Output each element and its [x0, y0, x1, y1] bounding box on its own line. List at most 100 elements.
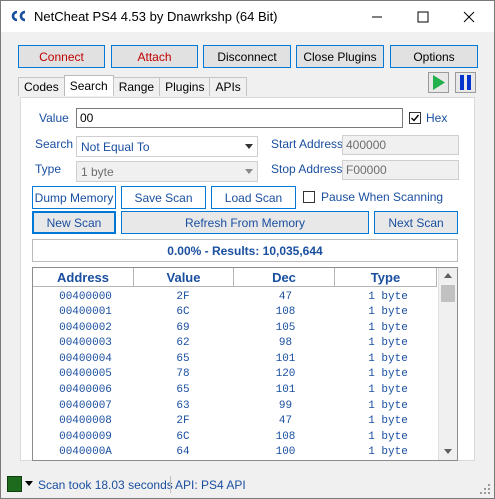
minimize-icon [372, 16, 382, 17]
dec-cell: 47 [278, 415, 293, 427]
results-table[interactable]: Address Value Dec Type 00400000 2F 47 1 byt… [32, 267, 458, 461]
address-cell: 00400002 [59, 322, 112, 334]
close-icon [463, 11, 475, 22]
title-bar: NetCheat PS4 4.53 by Dnawrkshp (64 Bit) [1, 1, 494, 32]
dec-cell: 101 [275, 353, 296, 365]
type-select[interactable]: 1 byte [76, 161, 258, 182]
table-row[interactable]: 00400001 6C 108 1 byte [33, 306, 437, 321]
scrollbar-thumb[interactable] [441, 285, 455, 302]
tab-apis[interactable]: APIs [209, 77, 247, 96]
scan-progress-text: 0.00% - Results: 10,035,644 [32, 239, 458, 262]
new-scan-button[interactable]: New Scan [32, 211, 116, 234]
table-row[interactable]: 00400002 69 105 1 byte [33, 322, 437, 337]
maximize-button[interactable] [400, 1, 446, 32]
window-title: NetCheat PS4 4.53 by Dnawrkshp (64 Bit) [34, 9, 278, 24]
resize-grip-icon[interactable] [480, 484, 491, 495]
table-row[interactable]: 00400003 62 98 1 byte [33, 337, 437, 352]
table-row[interactable]: 00400008 2F 47 1 byte [33, 415, 437, 430]
results-scrollbar[interactable] [438, 268, 457, 460]
type-cell: 1 byte [368, 322, 408, 334]
tab-strip: Codes Search Range Plugins APIs [18, 75, 247, 96]
pause-button[interactable] [455, 72, 476, 93]
address-cell: 00400008 [59, 415, 112, 427]
type-cell: 1 byte [368, 337, 408, 349]
minimize-button[interactable] [354, 1, 400, 32]
value-cell: 2F [176, 415, 190, 427]
value-cell: 62 [176, 337, 190, 349]
play-button[interactable] [428, 72, 449, 93]
tab-search[interactable]: Search [63, 75, 114, 96]
search-mode-select[interactable]: Not Equal To [76, 136, 258, 157]
tab-plugins[interactable]: Plugins [159, 77, 211, 96]
dec-cell: 47 [278, 291, 293, 303]
play-icon [433, 75, 445, 90]
type-cell: 1 byte [368, 291, 408, 303]
status-bar: Scan took 18.03 seconds API: PS4 API [1, 471, 494, 498]
stop-address-label: Stop Address [271, 162, 343, 176]
value-input[interactable]: 00 [76, 108, 403, 128]
netcheat-logo-icon [11, 10, 26, 22]
close-button[interactable] [446, 1, 492, 32]
refresh-from-memory-button[interactable]: Refresh From Memory [121, 211, 369, 234]
table-row[interactable]: 00400009 6C 108 1 byte [33, 431, 437, 446]
type-cell: 1 byte [368, 368, 408, 380]
options-button[interactable]: Options [390, 45, 478, 68]
scan-time-text: Scan took 18.03 seconds [38, 478, 173, 492]
column-header-address[interactable]: Address [33, 268, 134, 287]
value-cell: 65 [176, 353, 190, 365]
type-cell: 1 byte [368, 431, 408, 443]
dec-cell: 108 [275, 431, 296, 443]
address-cell: 00400003 [59, 337, 112, 349]
dec-cell: 108 [275, 306, 296, 318]
save-scan-button[interactable]: Save Scan [121, 186, 206, 209]
address-cell: 00400009 [59, 431, 112, 443]
column-header-type[interactable]: Type [335, 268, 437, 287]
tab-range[interactable]: Range [112, 77, 161, 96]
address-cell: 00400000 [59, 291, 112, 303]
dump-memory-button[interactable]: Dump Memory [32, 186, 116, 209]
value-cell: 65 [176, 384, 190, 396]
start-address-input[interactable]: 400000 [342, 135, 459, 155]
column-header-dec[interactable]: Dec [234, 268, 335, 287]
table-row[interactable]: 00400004 65 101 1 byte [33, 353, 437, 368]
scroll-up-icon[interactable] [443, 271, 453, 279]
address-cell: 0040000A [59, 446, 112, 458]
status-color-swatch[interactable] [7, 476, 22, 492]
scroll-down-icon[interactable] [443, 448, 453, 456]
address-cell: 00400004 [59, 353, 112, 365]
next-scan-button[interactable]: Next Scan [374, 211, 458, 234]
table-row[interactable]: 0040000A 64 100 1 byte [33, 446, 437, 460]
address-cell: 00400005 [59, 368, 112, 380]
pause-when-scanning-checkbox[interactable] [303, 191, 315, 203]
api-status-text: API: PS4 API [175, 478, 246, 492]
connect-button[interactable]: Connect [18, 45, 105, 68]
chevron-down-icon[interactable] [25, 481, 33, 487]
stop-address-input[interactable]: F00000 [342, 160, 459, 180]
type-value: 1 byte [81, 164, 114, 179]
dec-cell: 101 [275, 384, 296, 396]
close-plugins-button[interactable]: Close Plugins [296, 45, 384, 68]
table-row[interactable]: 00400007 63 99 1 byte [33, 400, 437, 415]
column-header-value[interactable]: Value [134, 268, 234, 287]
status-divider [170, 476, 171, 493]
attach-button[interactable]: Attach [111, 45, 198, 68]
hex-label: Hex [426, 111, 448, 125]
load-scan-button[interactable]: Load Scan [211, 186, 296, 209]
address-cell: 00400007 [59, 400, 112, 412]
main-window: NetCheat PS4 4.53 by Dnawrkshp (64 Bit) … [0, 0, 495, 499]
value-cell: 6C [176, 431, 190, 443]
table-row[interactable]: 00400006 65 101 1 byte [33, 384, 437, 399]
chevron-down-icon [245, 169, 253, 174]
address-cell: 00400001 [59, 306, 112, 318]
type-cell: 1 byte [368, 400, 408, 412]
table-row[interactable]: 00400000 2F 47 1 byte [33, 291, 437, 306]
hex-checkbox[interactable] [409, 112, 421, 124]
table-row[interactable]: 00400005 78 120 1 byte [33, 368, 437, 383]
address-cell: 00400006 [59, 384, 112, 396]
value-cell: 6C [176, 306, 190, 318]
dec-cell: 100 [275, 446, 296, 458]
dec-cell: 105 [275, 322, 296, 334]
start-address-label: Start Address [271, 137, 344, 151]
disconnect-button[interactable]: Disconnect [203, 45, 291, 68]
tab-codes[interactable]: Codes [18, 77, 65, 96]
